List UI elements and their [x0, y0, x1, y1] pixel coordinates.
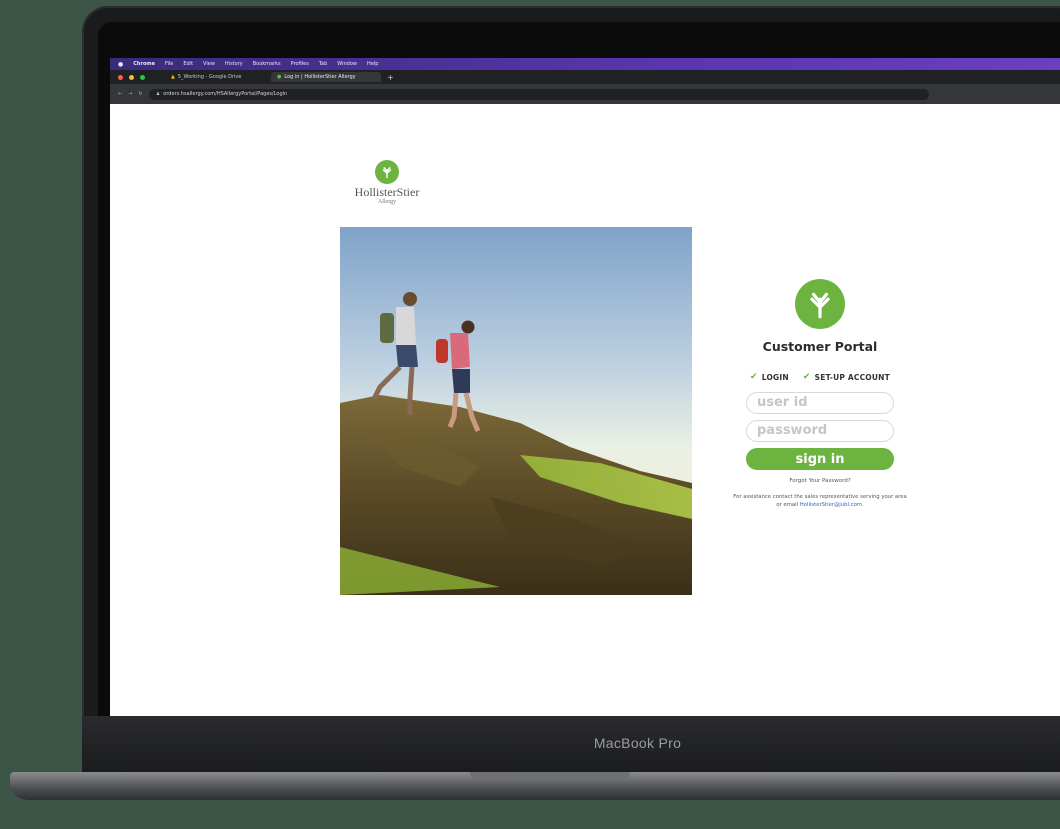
menu-item[interactable]: Bookmarks	[253, 61, 281, 67]
menu-item[interactable]: Edit	[183, 61, 193, 67]
browser-tab-drive[interactable]: ▲ 5_Working - Google Drive	[165, 72, 265, 82]
address-bar[interactable]: 🔒︎ orders.hsallergy.com/HSAllergyPortal/…	[148, 88, 929, 100]
close-window-button[interactable]	[118, 74, 123, 80]
menu-item[interactable]: File	[165, 61, 173, 67]
web-page: HollisterStier Allergy Customer Portal ✔…	[110, 104, 1060, 716]
drive-icon: ▲	[171, 74, 175, 80]
brand-logo[interactable]: HollisterStier Allergy	[342, 160, 432, 206]
minimize-window-button[interactable]	[129, 74, 134, 80]
hikers-photo	[340, 227, 692, 595]
menu-item[interactable]: Profiles	[291, 61, 309, 67]
zoom-window-button[interactable]	[140, 74, 145, 80]
tab-setup-account[interactable]: ✔ SET-UP ACCOUNT	[803, 372, 890, 382]
new-tab-icon[interactable]: +	[387, 73, 394, 82]
portal-title: Customer Portal	[762, 339, 878, 354]
sign-in-button[interactable]: sign in	[746, 448, 894, 470]
brand-sub: Allergy	[377, 199, 397, 205]
apple-icon[interactable]: ●	[118, 61, 123, 68]
menu-item[interactable]: View	[203, 61, 215, 67]
os-menubar: ● Chrome File Edit View History Bookmark…	[110, 58, 1060, 70]
device-label: MacBook Pro	[593, 735, 682, 751]
assistance-text: For assistance contact the sales represe…	[733, 494, 907, 508]
browser-tab-login[interactable]: ● Log in | HollisterStier Allergy	[271, 72, 381, 82]
login-panel: Customer Portal ✔ LOGIN ✔ SET-UP ACCOUNT…	[700, 279, 940, 509]
password-input[interactable]: password	[746, 420, 894, 442]
leaf-logo-icon	[375, 160, 399, 184]
brand-name: HollisterStier	[354, 185, 420, 199]
menu-item[interactable]: Chrome	[133, 61, 155, 67]
laptop-notch	[470, 772, 630, 780]
forward-icon[interactable]: →	[128, 91, 132, 97]
user-id-input[interactable]: user id	[746, 392, 894, 414]
menu-item[interactable]: Window	[337, 61, 357, 67]
lock-icon: 🔒︎	[156, 91, 160, 97]
address-toolbar: ← → ↻ 🔒︎ orders.hsallergy.com/HSAllergyP…	[110, 84, 1060, 104]
menu-item[interactable]: History	[225, 61, 243, 67]
favicon-leaf-icon: ●	[277, 74, 282, 80]
browser-tabbar: ▲ 5_Working - Google Drive ● Log in | Ho…	[110, 70, 1060, 84]
support-email-link[interactable]: HollisterStier@jubl.com.	[800, 502, 864, 508]
reload-icon[interactable]: ↻	[138, 91, 142, 97]
check-icon: ✔	[750, 372, 758, 382]
menu-item[interactable]: Tab	[319, 61, 327, 67]
forgot-password-link[interactable]: Forgot Your Password?	[700, 478, 940, 484]
tab-login[interactable]: ✔ LOGIN	[750, 372, 789, 382]
check-icon: ✔	[802, 372, 811, 382]
back-icon[interactable]: ←	[118, 91, 122, 97]
login-tabs: ✔ LOGIN ✔ SET-UP ACCOUNT	[700, 372, 940, 382]
leaf-logo-icon	[795, 279, 845, 329]
menu-item[interactable]: Help	[367, 61, 378, 67]
